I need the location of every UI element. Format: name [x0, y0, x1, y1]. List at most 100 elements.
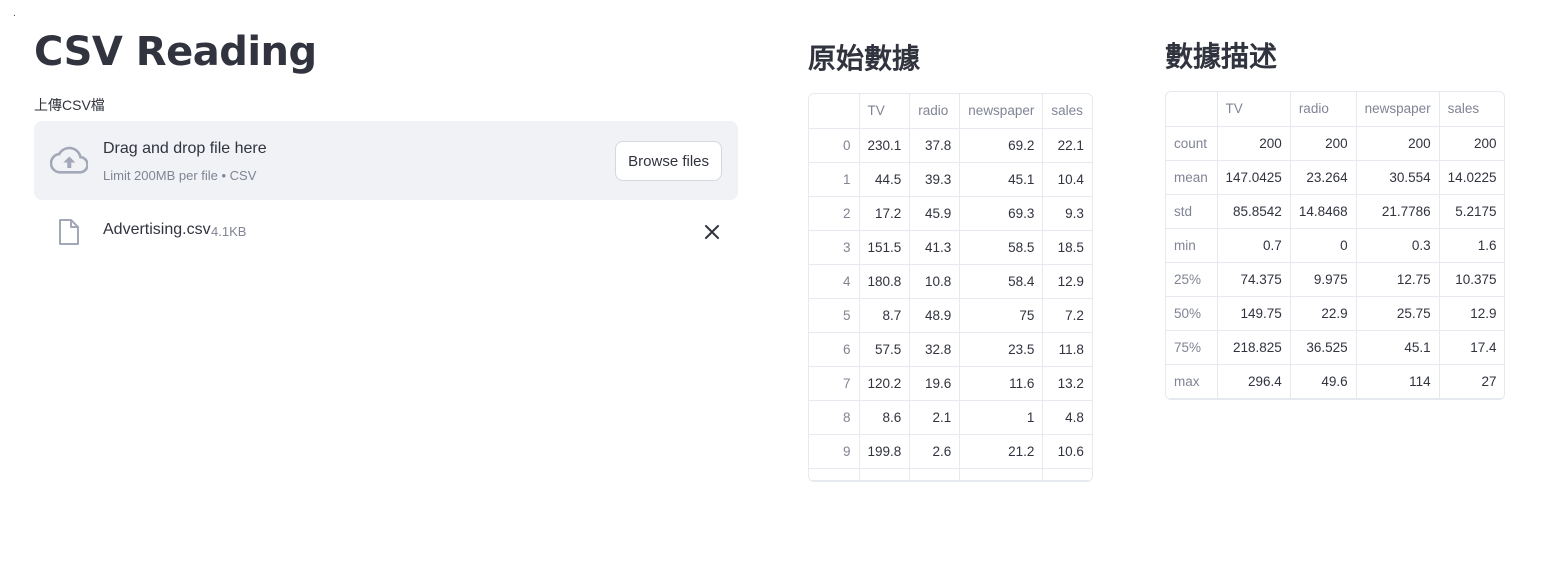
table-cell[interactable]: 8.6: [859, 400, 911, 435]
table-cell[interactable]: 2.1: [909, 400, 961, 435]
table-cell[interactable]: 21.7786: [1356, 194, 1440, 229]
table-cell[interactable]: 32.8: [909, 332, 961, 367]
table-cell[interactable]: 44.5: [859, 162, 911, 197]
raw-data-table[interactable]: TV radio newspaper sales 0 230.1 37.8 69.2 2…: [808, 93, 1093, 482]
row-index-cell[interactable]: min: [1166, 228, 1218, 263]
table-cell[interactable]: 45.1: [1356, 330, 1440, 365]
table-cell[interactable]: 58.4: [959, 264, 1044, 299]
table-cell[interactable]: 27: [1439, 364, 1505, 399]
table-cell[interactable]: 69.2: [959, 128, 1044, 163]
table-cell[interactable]: 0: [1290, 228, 1357, 263]
table-cell[interactable]: 200: [1217, 126, 1291, 161]
table-cell[interactable]: 21.2: [959, 434, 1044, 469]
table-cell[interactable]: 114: [1356, 364, 1440, 399]
table-cell[interactable]: 22.9: [1290, 296, 1357, 331]
table-cell[interactable]: 36.525: [1290, 330, 1357, 365]
table-cell[interactable]: 10.4: [1042, 162, 1092, 197]
table-cell[interactable]: 296.4: [1217, 364, 1291, 399]
table-cell[interactable]: 37.8: [909, 128, 961, 163]
table-cell[interactable]: 17.4: [1439, 330, 1505, 365]
table-cell[interactable]: 22.1: [1042, 128, 1092, 163]
column-header[interactable]: [809, 94, 860, 129]
table-cell[interactable]: 10.6: [1042, 434, 1092, 469]
table-cell[interactable]: 200: [1356, 126, 1440, 161]
table-cell[interactable]: 4.8: [1042, 400, 1092, 435]
table-cell[interactable]: 180.8: [859, 264, 911, 299]
column-header[interactable]: sales: [1439, 92, 1505, 127]
column-header[interactable]: newspaper: [1356, 92, 1440, 127]
table-cell[interactable]: 12.75: [1356, 262, 1440, 297]
table-cell[interactable]: 30.554: [1356, 160, 1440, 195]
table-cell[interactable]: 9.975: [1290, 262, 1357, 297]
table-cell[interactable]: 218.825: [1217, 330, 1291, 365]
browse-files-button[interactable]: Browse files: [615, 141, 722, 181]
table-cell[interactable]: 25.75: [1356, 296, 1440, 331]
row-index-cell[interactable]: 5: [809, 298, 860, 333]
row-index-cell[interactable]: 2: [809, 196, 860, 231]
file-dropzone[interactable]: Drag and drop file here Limit 200MB per …: [34, 121, 738, 200]
table-cell[interactable]: 58.5: [959, 230, 1044, 265]
row-index-cell[interactable]: count: [1166, 126, 1218, 161]
table-cell[interactable]: 200: [1439, 126, 1505, 161]
row-index-cell[interactable]: 4: [809, 264, 860, 299]
table-cell[interactable]: 1.6: [1439, 228, 1505, 263]
table-cell[interactable]: 0.7: [1217, 228, 1291, 263]
table-cell[interactable]: 151.5: [859, 230, 911, 265]
close-icon[interactable]: [702, 222, 722, 242]
row-index-cell[interactable]: 25%: [1166, 262, 1218, 297]
table-cell[interactable]: 13.2: [1042, 366, 1092, 401]
table-cell[interactable]: 200: [1290, 126, 1357, 161]
table-cell[interactable]: 9.3: [1042, 196, 1092, 231]
table-cell[interactable]: 23.5: [959, 332, 1044, 367]
table-cell[interactable]: 7.2: [1042, 298, 1092, 333]
row-index-cell[interactable]: max: [1166, 364, 1218, 399]
table-cell[interactable]: 14.8468: [1290, 194, 1357, 229]
table-cell[interactable]: 49.6: [1290, 364, 1357, 399]
column-header[interactable]: TV: [859, 94, 911, 129]
row-index-cell[interactable]: mean: [1166, 160, 1218, 195]
table-cell[interactable]: 17.2: [859, 196, 911, 231]
column-header[interactable]: [1166, 92, 1218, 127]
table-cell[interactable]: 74.375: [1217, 262, 1291, 297]
row-index-cell[interactable]: 7: [809, 366, 860, 401]
row-index-cell[interactable]: 9: [809, 434, 860, 469]
table-cell[interactable]: 11.8: [1042, 332, 1092, 367]
table-cell[interactable]: 14.0225: [1439, 160, 1505, 195]
table-cell[interactable]: 12.9: [1439, 296, 1505, 331]
table-cell[interactable]: 5.2175: [1439, 194, 1505, 229]
row-index-cell[interactable]: 3: [809, 230, 860, 265]
row-index-cell[interactable]: 1: [809, 162, 860, 197]
table-cell[interactable]: 23.264: [1290, 160, 1357, 195]
row-index-cell[interactable]: 50%: [1166, 296, 1218, 331]
column-header[interactable]: sales: [1042, 94, 1092, 129]
table-cell[interactable]: 11.6: [959, 366, 1044, 401]
row-index-cell[interactable]: 8: [809, 400, 860, 435]
table-cell[interactable]: 48.9: [909, 298, 961, 333]
table-cell[interactable]: 230.1: [859, 128, 911, 163]
table-cell[interactable]: 75: [959, 298, 1044, 333]
table-cell[interactable]: 57.5: [859, 332, 911, 367]
table-cell[interactable]: 12.9: [1042, 264, 1092, 299]
table-cell[interactable]: 147.0425: [1217, 160, 1291, 195]
column-header[interactable]: newspaper: [959, 94, 1044, 129]
column-header[interactable]: radio: [1290, 92, 1357, 127]
row-index-cell[interactable]: std: [1166, 194, 1218, 229]
table-cell[interactable]: 1: [959, 400, 1044, 435]
table-cell[interactable]: 199.8: [859, 434, 911, 469]
table-cell[interactable]: 0.3: [1356, 228, 1440, 263]
table-cell[interactable]: 18.5: [1042, 230, 1092, 265]
row-index-cell[interactable]: 75%: [1166, 330, 1218, 365]
table-cell[interactable]: 45.9: [909, 196, 961, 231]
table-cell[interactable]: 149.75: [1217, 296, 1291, 331]
table-cell[interactable]: 41.3: [909, 230, 961, 265]
column-header[interactable]: TV: [1217, 92, 1291, 127]
table-cell[interactable]: 19.6: [909, 366, 961, 401]
row-index-cell[interactable]: 6: [809, 332, 860, 367]
table-cell[interactable]: 45.1: [959, 162, 1044, 197]
table-cell[interactable]: 69.3: [959, 196, 1044, 231]
column-header[interactable]: radio: [909, 94, 961, 129]
table-cell[interactable]: 10.8: [909, 264, 961, 299]
table-cell[interactable]: 85.8542: [1217, 194, 1291, 229]
table-cell[interactable]: 39.3: [909, 162, 961, 197]
row-index-cell[interactable]: 0: [809, 128, 860, 163]
